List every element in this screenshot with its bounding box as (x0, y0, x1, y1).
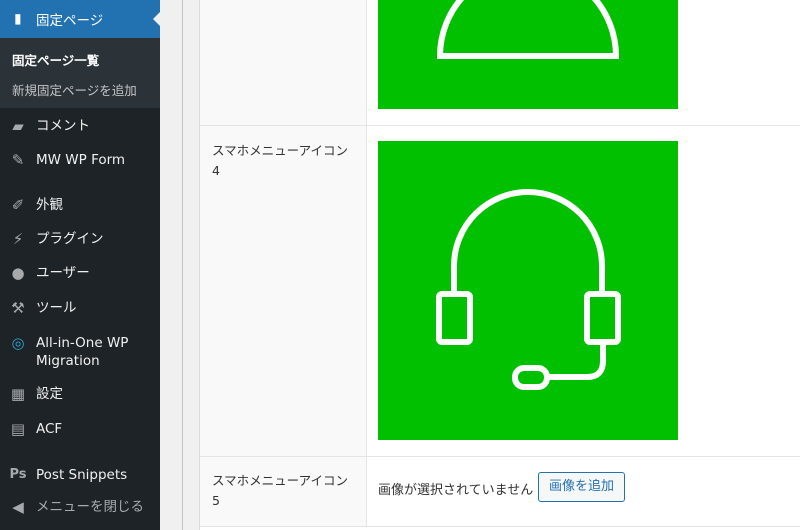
sidebar-item-post-snippets[interactable]: Ps Post Snippets (0, 466, 160, 484)
sidebar-item-acf[interactable]: ▤ ACF (0, 420, 160, 438)
no-image-text: 画像が選択されていません (378, 483, 534, 498)
add-image-button[interactable]: 画像を追加 (538, 472, 626, 502)
sidebar-item-settings[interactable]: ▦ 設定 (0, 385, 160, 403)
image-preview[interactable] (378, 141, 678, 440)
row-separator (200, 526, 800, 527)
plugin-icon: ⚡ (12, 230, 24, 248)
sidebar-item-plugins[interactable]: ⚡ プラグイン (0, 230, 160, 248)
image-preview[interactable] (378, 0, 678, 109)
divider (182, 0, 183, 530)
sidebar-item-migration[interactable]: ◎ All-in-One WP Migration (0, 334, 160, 370)
label-cell: スマホメニューアイコン5 (200, 457, 367, 526)
sidebar-item-comments[interactable]: ▰ コメント (0, 117, 160, 135)
user-icon: ● (11, 264, 25, 282)
sidebar-item-pages[interactable]: ▮ 固定ページ (0, 0, 160, 38)
dome-icon (436, 0, 620, 59)
brush-icon: ✐ (11, 196, 25, 214)
field-label: スマホメニューアイコン4 (212, 143, 349, 178)
settings-icon: ▦ (10, 385, 26, 403)
row-separator (200, 125, 800, 126)
label-cell (200, 0, 367, 125)
admin-sidebar: ▮ 固定ページ 固定ページ一覧 新規固定ページを追加 ▰ コメント ✎ MW WP … (0, 0, 160, 530)
sidebar-item-mw-wp-form[interactable]: ✎ MW WP Form (0, 151, 160, 169)
row-separator (200, 456, 800, 457)
active-arrow (146, 12, 160, 26)
acf-icon: ▤ (10, 420, 26, 438)
sidebar-item-tools[interactable]: ⚒ ツール (0, 299, 160, 317)
submenu-all-pages[interactable]: 固定ページ一覧 (12, 50, 99, 69)
sidebar-item-users[interactable]: ● ユーザー (0, 264, 160, 282)
submenu-add-page[interactable]: 新規固定ページを追加 (12, 80, 137, 99)
sidebar-item-appearance[interactable]: ✐ 外観 (0, 196, 160, 214)
wrench-icon: ⚒ (11, 299, 25, 317)
main-content: スマホメニューアイコン4 スマホメニューアイコン5 画像が選択されていません 画… (160, 0, 800, 530)
pin-icon: ✎ (11, 151, 25, 169)
field-table: スマホメニューアイコン4 スマホメニューアイコン5 画像が選択されていません 画… (199, 0, 800, 530)
label-cell: スマホメニューアイコン4 (200, 126, 367, 456)
headset-icon (436, 189, 621, 390)
field-label: スマホメニューアイコン5 (212, 473, 349, 508)
pages-submenu: 固定ページ一覧 新規固定ページを追加 (0, 38, 160, 108)
pages-icon: ▮ (14, 11, 22, 27)
comment-icon: ▰ (12, 117, 24, 135)
ps-icon: Ps (9, 467, 27, 482)
migration-icon: ◎ (11, 334, 25, 352)
collapse-icon: ◀ (12, 498, 24, 516)
collapse-menu-button[interactable]: ◀ メニューを閉じる (0, 498, 160, 516)
